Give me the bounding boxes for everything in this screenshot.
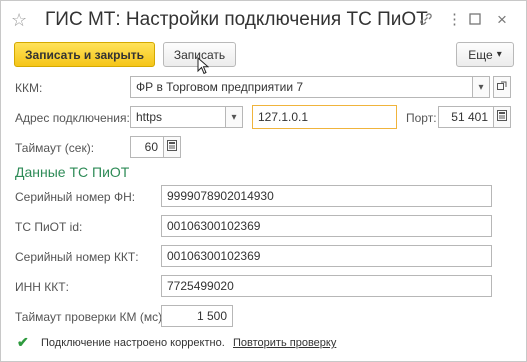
piot-id-value: 00106300102369	[167, 219, 261, 233]
more-menu-button[interactable]: Еще ▾	[456, 42, 514, 67]
calculator-icon	[497, 110, 507, 124]
more-label: Еще	[468, 47, 493, 62]
port-input[interactable]: 51 401	[438, 106, 494, 128]
timeout-label: Таймаут (сек):	[15, 141, 95, 155]
kkm-field[interactable]: ФР в Торговом предприятии 7	[130, 76, 473, 98]
link-icon[interactable]	[419, 12, 433, 30]
kkt-serial-field[interactable]: 00106300102369	[161, 245, 492, 267]
window-title: ГИС МТ: Настройки подключения ТС ПиОТ	[45, 9, 428, 30]
chevron-down-icon: ▾	[478, 81, 484, 93]
kkm-value: ФР в Торговом предприятии 7	[136, 80, 304, 94]
address-label: Адрес подключения:	[15, 111, 130, 125]
timeout-calculator-button[interactable]	[163, 136, 181, 158]
kkm-label: ККМ:	[15, 81, 43, 95]
protocol-field[interactable]: https	[130, 106, 226, 128]
more-icon[interactable]: ⋮	[447, 10, 462, 28]
status-text: Подключение настроено корректно.	[41, 337, 225, 349]
km-timeout-value: 1 500	[196, 309, 227, 323]
piot-id-label: ТС ПиОТ id:	[15, 220, 83, 234]
host-input[interactable]: 127.1.0.1	[252, 105, 397, 129]
mouse-cursor-icon	[197, 56, 210, 78]
timeout-input[interactable]: 60	[130, 136, 164, 158]
open-icon	[497, 81, 507, 94]
port-label: Порт:	[406, 111, 437, 125]
port-value: 51 401	[451, 110, 488, 124]
maximize-icon[interactable]	[469, 12, 481, 29]
inn-field[interactable]: 7725499020	[161, 275, 492, 297]
close-icon[interactable]: ×	[497, 10, 507, 30]
recheck-link[interactable]: Повторить проверку	[233, 337, 336, 349]
save-and-close-button[interactable]: Записать и закрыть	[14, 42, 155, 67]
host-value: 127.1.0.1	[258, 110, 309, 124]
chevron-down-icon: ▾	[231, 111, 237, 123]
settings-window: ☆ ГИС МТ: Настройки подключения ТС ПиОТ …	[0, 0, 527, 362]
protocol-dropdown-button[interactable]: ▾	[225, 106, 243, 128]
inn-label: ИНН ККТ:	[15, 280, 69, 294]
piot-id-field[interactable]: 00106300102369	[161, 215, 492, 237]
kkt-serial-value: 00106300102369	[167, 249, 261, 263]
fn-serial-value: 9999078902014930	[167, 189, 274, 203]
protocol-value: https	[136, 110, 163, 124]
timeout-value: 60	[144, 140, 158, 154]
chevron-down-icon: ▾	[496, 49, 502, 60]
inn-value: 7725499020	[167, 279, 234, 293]
section-title: Данные ТС ПиОТ	[15, 164, 130, 180]
km-timeout-input[interactable]: 1 500	[161, 305, 233, 327]
favorite-star-icon[interactable]: ☆	[11, 10, 27, 31]
km-timeout-label: Таймаут проверки КМ (мс):	[15, 310, 166, 324]
fn-serial-label: Серийный номер ФН:	[15, 190, 136, 204]
kkm-open-button[interactable]	[493, 76, 511, 98]
fn-serial-field[interactable]: 9999078902014930	[161, 185, 492, 207]
port-calculator-button[interactable]	[493, 106, 511, 128]
calculator-icon	[167, 140, 177, 154]
kkt-serial-label: Серийный номер ККТ:	[15, 250, 139, 264]
kkm-dropdown-button[interactable]: ▾	[472, 76, 490, 98]
checkmark-icon: ✔	[17, 334, 29, 350]
